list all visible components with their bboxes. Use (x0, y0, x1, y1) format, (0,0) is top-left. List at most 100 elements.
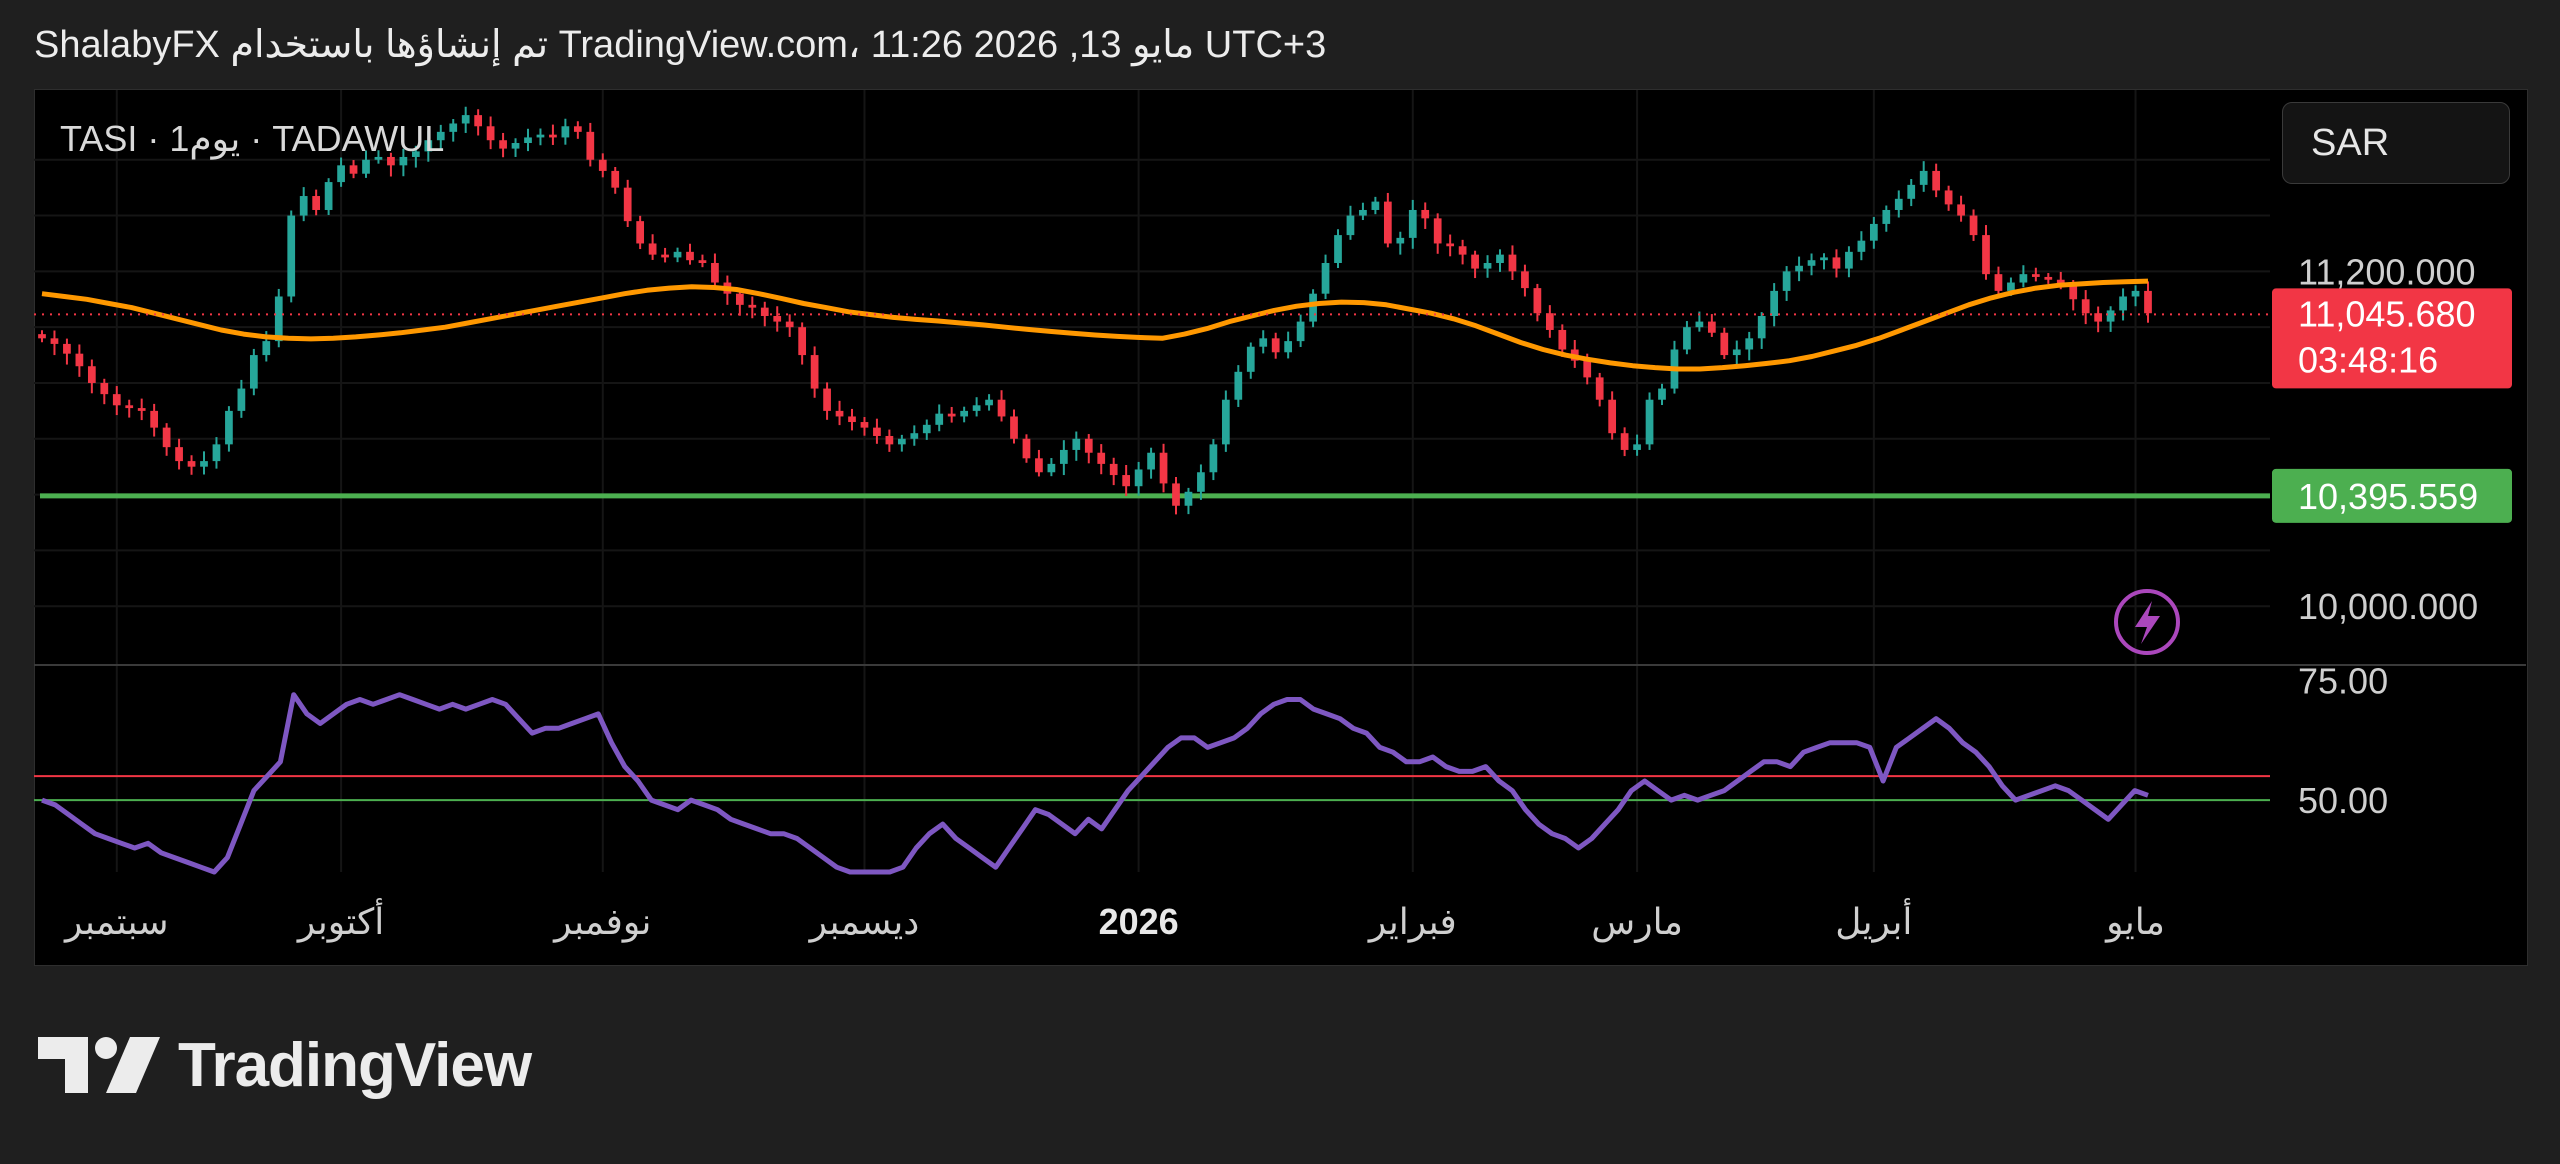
candle-body (1732, 349, 1741, 356)
candle-body (1533, 288, 1542, 314)
candle (960, 406, 969, 423)
price-badges: 11,045.680 03:48:16 10,395.559 (2272, 288, 2512, 523)
candle-body (137, 408, 146, 411)
candle (1072, 431, 1081, 461)
tradingview-logo-icon (38, 1037, 160, 1093)
candle (125, 399, 134, 418)
candle (1645, 392, 1654, 450)
rsi-layer (34, 692, 2270, 875)
candle (1757, 312, 1766, 349)
price-tick-label: 10,000.000 (2298, 586, 2478, 627)
candle (212, 437, 221, 469)
candle (511, 138, 520, 157)
candle (1944, 185, 1953, 211)
candle (810, 346, 819, 398)
candle (798, 322, 807, 365)
candles-layer (38, 106, 2152, 515)
candle-body (1982, 235, 1990, 275)
candle-body (947, 413, 956, 417)
rsi-tick-label: 50.00 (2298, 780, 2388, 821)
candle (1471, 250, 1479, 279)
candle-body (798, 327, 807, 356)
candle-body (162, 427, 171, 448)
chart-canvas[interactable]: 11,600.00011,200.00010,000.00075.0050.00… (0, 0, 2560, 1164)
candle-body (524, 137, 532, 144)
candle-body (499, 140, 507, 149)
bar-countdown: 03:48:16 (2298, 339, 2438, 380)
candle-body (1396, 237, 1405, 244)
candle (2081, 290, 2090, 325)
candle-body (960, 410, 969, 417)
candle-body (1471, 254, 1479, 269)
candle-body (87, 366, 96, 383)
candle (785, 314, 794, 337)
candle-body (200, 461, 208, 467)
candle-body (1757, 316, 1766, 339)
candle-body (262, 341, 271, 356)
candle-body (1608, 399, 1617, 434)
symbol-label[interactable]: TASI · 1يوم · TADAWUL (60, 118, 444, 160)
candle-body (1371, 201, 1380, 210)
candle (1957, 195, 1965, 222)
candle-body (1932, 170, 1941, 191)
candle-body (1359, 209, 1367, 216)
candle (735, 289, 744, 316)
candle (910, 425, 919, 446)
moving-average-line[interactable] (41, 278, 2149, 372)
candle-body (1745, 338, 1754, 350)
candle-body (1645, 399, 1654, 445)
candle (549, 124, 557, 145)
candle-body (1957, 204, 1965, 216)
candle (686, 243, 694, 265)
candle-body (237, 388, 246, 411)
candle-body (1620, 433, 1629, 450)
candle (50, 330, 59, 356)
candle (1097, 444, 1106, 475)
tradingview-logo[interactable]: TradingView (38, 1030, 532, 1100)
candle (1147, 447, 1155, 479)
candle-body (1122, 475, 1131, 487)
candle (1134, 461, 1143, 496)
candle (1982, 225, 1990, 280)
time-axis[interactable]: سبتمبر أكتوبر نوفمبر ديسمبر 2026 فبراير مارس أب… (63, 898, 2165, 943)
candle (112, 386, 121, 416)
candle-body (337, 165, 345, 183)
candle (1969, 209, 1978, 241)
candle-body (1558, 329, 1567, 350)
candle-body (287, 215, 296, 297)
candle-body (873, 427, 881, 436)
candle (848, 408, 856, 431)
candle (75, 344, 84, 377)
candle-body (1284, 341, 1293, 353)
candle (1383, 192, 1392, 248)
candle-body (324, 182, 333, 210)
candle-body (1807, 260, 1816, 266)
candle-body (1483, 262, 1492, 269)
candle-body (212, 444, 221, 462)
candle (1894, 190, 1903, 218)
candle (1421, 202, 1430, 229)
candle (2044, 273, 2053, 284)
currency-selector[interactable]: SAR (2282, 102, 2510, 184)
candle (1745, 331, 1754, 361)
candle (287, 210, 296, 303)
alert-lightning-icon[interactable] (2114, 589, 2180, 655)
candle-body (885, 435, 894, 445)
candle (1869, 216, 1878, 249)
candle (1246, 342, 1255, 379)
candle-body (623, 187, 632, 222)
candle (1259, 330, 1268, 354)
candle-body (1209, 444, 1218, 473)
candle-body (810, 355, 819, 389)
time-tick-label: 2026 (1099, 901, 1179, 942)
candle-body (1820, 257, 1828, 261)
candle (835, 400, 844, 426)
candle-body (1221, 399, 1230, 445)
rsi-line[interactable] (41, 692, 2149, 875)
candle-body (511, 143, 520, 149)
candle (1234, 365, 1243, 407)
candle-body (536, 134, 545, 138)
candle-body (1172, 483, 1180, 506)
candle (1882, 205, 1891, 232)
candle-body (1147, 452, 1155, 470)
